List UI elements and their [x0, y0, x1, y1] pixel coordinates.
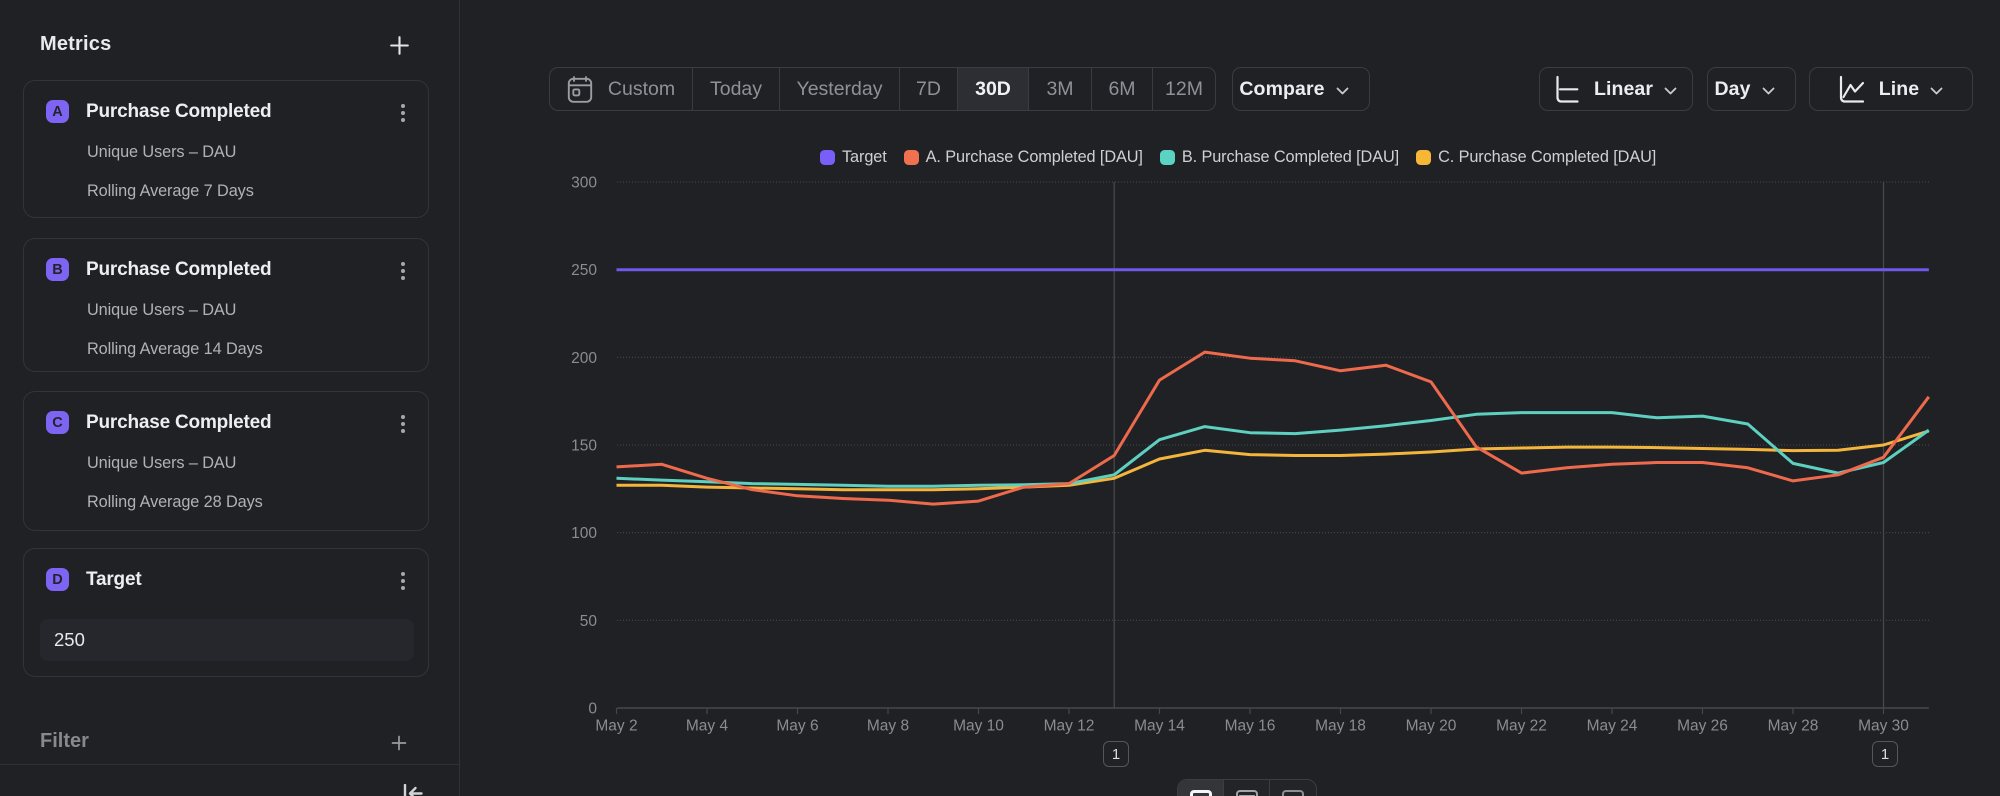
svg-text:May 20: May 20	[1406, 718, 1457, 735]
svg-text:May 28: May 28	[1768, 718, 1819, 735]
svg-text:100: 100	[571, 525, 597, 542]
svg-text:150: 150	[571, 438, 597, 455]
svg-text:May 24: May 24	[1587, 718, 1638, 735]
svg-text:May 22: May 22	[1496, 718, 1547, 735]
svg-text:May 16: May 16	[1225, 718, 1276, 735]
svg-text:50: 50	[580, 613, 598, 630]
svg-text:May 6: May 6	[776, 718, 818, 735]
svg-text:May 8: May 8	[867, 718, 909, 735]
svg-text:May 12: May 12	[1044, 718, 1095, 735]
svg-text:May 4: May 4	[686, 718, 729, 735]
svg-text:May 26: May 26	[1677, 718, 1728, 735]
svg-text:0: 0	[588, 701, 597, 718]
svg-text:300: 300	[571, 175, 597, 192]
svg-text:250: 250	[571, 262, 597, 279]
svg-text:May 18: May 18	[1315, 718, 1366, 735]
svg-text:May 14: May 14	[1134, 718, 1185, 735]
svg-text:May 30: May 30	[1858, 718, 1909, 735]
svg-text:May 2: May 2	[595, 718, 637, 735]
svg-text:200: 200	[571, 350, 597, 367]
svg-text:May 10: May 10	[953, 718, 1004, 735]
